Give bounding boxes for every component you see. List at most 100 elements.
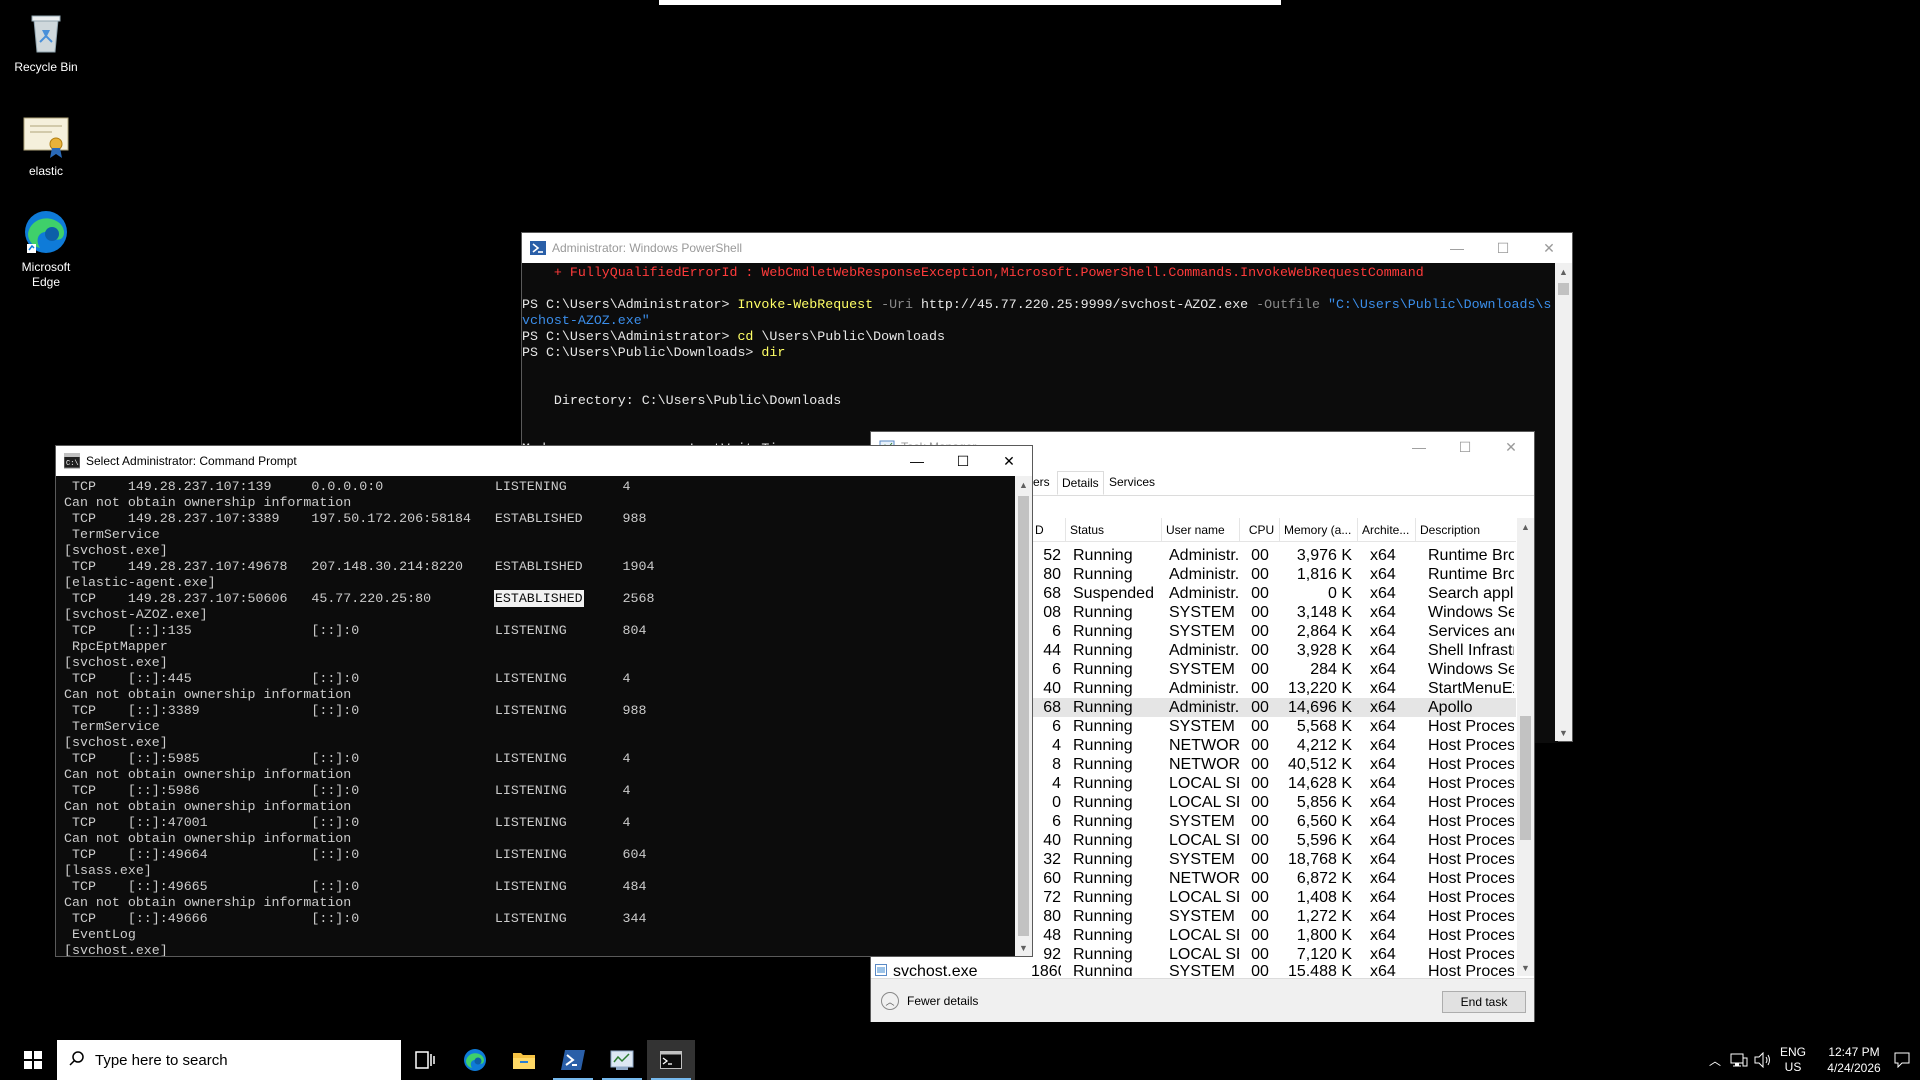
process-cpu: 00	[1251, 680, 1269, 697]
desktop-icon-edge[interactable]: Microsoft Edge	[6, 208, 86, 290]
scroll-thumb[interactable]	[1018, 496, 1029, 936]
tab-services[interactable]: Services	[1105, 471, 1159, 495]
close-button[interactable]: ✕	[1526, 233, 1572, 263]
action-center-button[interactable]	[1884, 1040, 1920, 1080]
column-header-status[interactable]: Status	[1066, 518, 1162, 542]
process-memory: 15,488 K	[1287, 963, 1352, 976]
start-button[interactable]	[9, 1040, 57, 1080]
taskbar-search-box[interactable]: Type here to search	[57, 1040, 401, 1080]
command-prompt-titlebar[interactable]: C:\ Select Administrator: Command Prompt…	[56, 446, 1032, 476]
taskbar-command-prompt[interactable]	[647, 1040, 695, 1080]
console-line: TCP [::]:47001 [::]:0 LISTENING 4	[64, 815, 631, 830]
process-memory: 6,872 K	[1296, 870, 1352, 887]
process-pid: 1860	[1031, 963, 1061, 976]
maximize-button[interactable]: ☐	[940, 446, 986, 476]
column-header-memory[interactable]: Memory (a...	[1280, 518, 1358, 542]
scroll-down-arrow[interactable]: ▼	[1555, 724, 1572, 741]
process-arch: x64	[1370, 737, 1396, 754]
scroll-up-arrow[interactable]: ▲	[1015, 476, 1032, 493]
desktop-icon-elastic[interactable]: elastic	[6, 112, 86, 179]
process-memory: 18,768 K	[1287, 851, 1352, 868]
taskbar-edge[interactable]	[451, 1040, 499, 1080]
fewer-details-button[interactable]: ︿ Fewer details	[881, 992, 978, 1010]
column-header-architecture[interactable]: Archite...	[1358, 518, 1416, 542]
column-header-user[interactable]: User name	[1162, 518, 1240, 542]
command-prompt-window[interactable]: C:\ Select Administrator: Command Prompt…	[55, 445, 1033, 957]
taskbar-file-explorer[interactable]	[500, 1040, 548, 1080]
show-hidden-icons-button[interactable]: ︿	[1704, 1040, 1726, 1080]
scroll-thumb[interactable]	[1520, 716, 1531, 840]
process-arch: x64	[1370, 566, 1396, 583]
volume-icon[interactable]	[1752, 1040, 1774, 1080]
scroll-down-arrow[interactable]: ▼	[1015, 939, 1032, 956]
column-header-pid[interactable]: D	[1031, 518, 1066, 542]
process-description: Host Process ...	[1428, 775, 1514, 792]
process-user: Administr...	[1169, 547, 1239, 564]
windows-logo-icon	[24, 1051, 42, 1069]
process-status: Running	[1073, 623, 1133, 640]
process-memory: 4,212 K	[1296, 737, 1352, 754]
process-cpu: 00	[1251, 585, 1269, 602]
minimize-button[interactable]: —	[894, 446, 940, 476]
process-pid: 52	[1043, 547, 1061, 564]
process-cpu: 00	[1251, 699, 1269, 716]
close-button[interactable]: ✕	[1488, 432, 1534, 462]
task-view-button[interactable]	[401, 1040, 449, 1080]
process-cpu: 00	[1251, 775, 1269, 792]
edge-icon	[464, 1049, 486, 1071]
close-button[interactable]: ✕	[986, 446, 1032, 476]
minimize-button[interactable]: —	[1434, 233, 1480, 263]
line-text: TCP 149.28.237.107:50606 45.77.220.25:80	[64, 591, 495, 606]
desktop-icon-recycle-bin[interactable]: Recycle Bin	[6, 8, 86, 75]
details-scrollbar[interactable]: ▲ ▼	[1517, 518, 1534, 976]
console-line: Can not obtain ownership information	[64, 495, 352, 510]
cmd-scrollbar[interactable]: ▲ ▼	[1015, 476, 1032, 956]
process-status: Running	[1073, 680, 1133, 697]
process-user: LOCAL SE...	[1169, 927, 1239, 944]
scroll-up-arrow[interactable]: ▲	[1517, 518, 1534, 535]
process-arch: x64	[1370, 870, 1396, 887]
minimize-button[interactable]: —	[1396, 432, 1442, 462]
taskbar-task-manager[interactable]	[598, 1040, 646, 1080]
process-pid: 40	[1043, 680, 1061, 697]
process-pid: 32	[1043, 851, 1061, 868]
path-arg: "C:\Users\Public\Downloads\s	[1319, 297, 1552, 312]
language-code: ENG	[1779, 1045, 1806, 1059]
process-user: SYSTEM	[1169, 718, 1235, 735]
process-status: Running	[1073, 642, 1133, 659]
process-user: LOCAL SE...	[1169, 794, 1239, 811]
process-arch: x64	[1370, 699, 1396, 716]
process-status: Running	[1073, 832, 1133, 849]
scroll-down-arrow[interactable]: ▼	[1517, 959, 1534, 976]
console-line: TCP 149.28.237.107:49678 207.148.30.214:…	[64, 559, 655, 574]
command: cd	[737, 329, 754, 344]
folder-icon	[513, 1053, 535, 1069]
process-status: Running	[1073, 661, 1133, 678]
powershell-scrollbar[interactable]: ▲ ▼	[1555, 263, 1572, 741]
console-line: TermService	[64, 527, 160, 542]
powershell-titlebar[interactable]: Administrator: Windows PowerShell — ☐ ✕	[522, 233, 1572, 263]
tab-details[interactable]: Details	[1057, 471, 1104, 495]
network-icon[interactable]	[1728, 1040, 1750, 1080]
clock[interactable]: 12:47 PM 4/24/2026	[1814, 1040, 1894, 1080]
scroll-thumb[interactable]	[1558, 283, 1569, 295]
table-row-partial[interactable]: svchost.exe 1860 Running SYSTEM 00 15,48…	[871, 962, 1516, 976]
scroll-up-arrow[interactable]: ▲	[1555, 263, 1572, 280]
process-description: Host Process ...	[1428, 813, 1514, 830]
process-pid: 0	[1052, 794, 1061, 811]
cmd-console[interactable]: TCP 149.28.237.107:139 0.0.0.0:0 LISTENI…	[56, 476, 1016, 956]
fewer-details-label: Fewer details	[907, 994, 979, 1008]
maximize-button[interactable]: ☐	[1480, 233, 1526, 263]
maximize-button[interactable]: ☐	[1442, 432, 1488, 462]
process-user: NETWORK...	[1169, 756, 1239, 773]
console-line: Can not obtain ownership information	[64, 687, 352, 702]
taskbar-powershell[interactable]	[549, 1040, 597, 1080]
process-description: Host Process ...	[1428, 908, 1514, 925]
process-pid: 08	[1043, 604, 1061, 621]
path-arg-cont: vchost-AZOZ.exe"	[522, 313, 650, 328]
console-line: [svchost-AZOZ.exe]	[64, 607, 208, 622]
input-language-indicator[interactable]: ENG US	[1776, 1040, 1810, 1080]
end-task-button[interactable]: End task	[1442, 991, 1526, 1013]
column-header-description[interactable]: Description	[1416, 518, 1516, 542]
column-header-cpu[interactable]: CPU	[1240, 518, 1280, 542]
